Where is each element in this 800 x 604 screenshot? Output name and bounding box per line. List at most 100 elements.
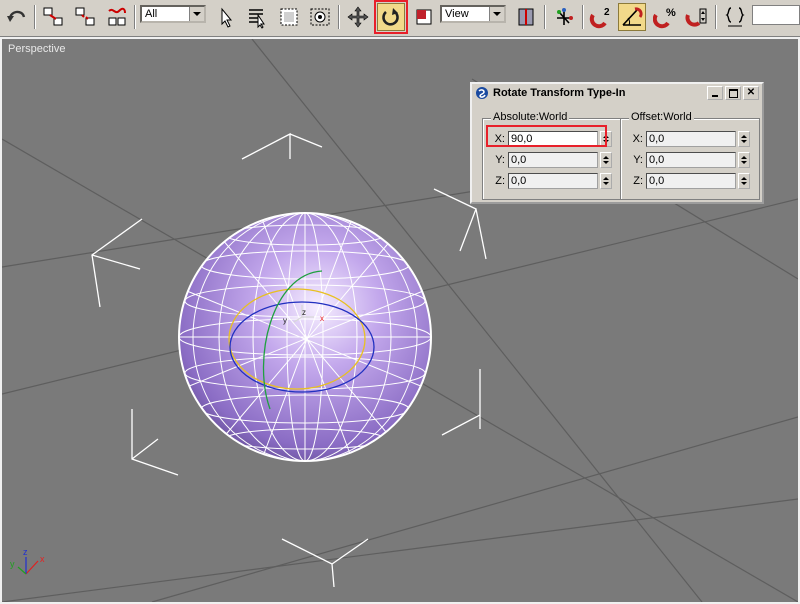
select-and-scale-button[interactable] [410,3,438,31]
app-logo-icon [476,87,488,99]
snap-toggle-icon: 2 [589,7,610,29]
gizmo-x-label: x [320,314,324,323]
unlink-selection-button[interactable] [71,3,99,31]
x-field-highlight [486,125,607,147]
spinner-up-icon [741,177,747,180]
absolute-y-input[interactable]: 0,0 [508,152,598,168]
select-by-name-button[interactable] [242,3,270,31]
spinner-up-icon [603,156,609,159]
window-crossing-button[interactable] [306,3,334,31]
close-icon: ✕ [746,87,756,98]
bind-to-space-warp-icon [108,7,126,26]
selection-filter-value: All [145,8,158,20]
select-and-move-button[interactable] [344,3,372,31]
spinner-down-icon [741,140,747,143]
select-and-link-button[interactable] [39,3,67,31]
gizmo-z-label: z [302,308,306,317]
maximize-icon [728,88,738,98]
edit-named-selection-button[interactable] [721,3,749,31]
spinner-down-icon [603,161,609,164]
selection-filter-dropdown[interactable]: All [140,5,206,23]
edit-named-selection-icon [725,7,745,27]
select-and-link-icon [43,7,63,26]
angle-snap-button[interactable] [618,3,646,31]
toolbar-separator [715,5,717,29]
absolute-world-label: Absolute:World [491,111,570,123]
select-and-manipulate-button[interactable] [550,3,578,31]
absolute-z-spinner[interactable] [600,173,612,189]
offset-world-group: Offset:World X: 0,0 Y: 0,0 Z: 0,0 [620,111,760,200]
unlink-selection-icon [75,7,95,26]
offset-z-spinner[interactable] [738,173,750,189]
offset-z-input[interactable]: 0,0 [646,173,736,189]
close-button[interactable]: ✕ [743,86,759,100]
svg-text:%: % [666,7,676,19]
use-pivot-center-icon [518,8,534,26]
spinner-down-icon [603,182,609,185]
offset-y-row: Y: 0,0 [627,152,750,168]
reference-coordinate-dropdown[interactable]: View [440,5,506,23]
select-and-move-icon [347,6,369,28]
offset-x-row: X: 0,0 [627,131,750,147]
select-and-scale-icon [416,9,432,25]
toolbar-separator [544,5,546,29]
offset-y-input[interactable]: 0,0 [646,152,736,168]
tripod-z-label: z [23,547,28,557]
absolute-z-row: Z: 0,0 [489,173,612,189]
bind-to-space-warp-button[interactable] [103,3,131,31]
select-object-icon [221,7,233,28]
reference-coordinate-value: View [445,8,469,20]
minimize-button[interactable] [707,86,723,100]
snap-toggle-button[interactable]: 2 [587,3,615,31]
toolbar-separator [34,5,36,29]
tripod-x-label: x [40,554,45,564]
offset-y-label: Y: [633,154,643,166]
offset-world-label: Offset:World [629,111,694,123]
minimize-icon [712,94,718,97]
absolute-z-label: Z: [495,175,505,187]
absolute-y-row: Y: 0,0 [489,152,612,168]
main-toolbar: All View 2 % [0,0,800,37]
offset-x-spinner[interactable] [738,131,750,147]
select-and-rotate-button[interactable] [374,0,408,34]
spinner-snap-button[interactable] [683,3,711,31]
tripod-y-label: y [10,559,15,569]
dialog-title: Rotate Transform Type-In [493,87,626,99]
angle-snap-icon [622,7,643,26]
maximize-button[interactable] [725,86,741,100]
toolbar-separator [134,5,136,29]
spinner-up-icon [741,156,747,159]
percent-snap-icon: % [653,7,676,29]
rectangular-selection-icon [280,8,298,26]
offset-y-spinner[interactable] [738,152,750,168]
gizmo-y-label: y [283,316,287,325]
spinner-down-icon [741,161,747,164]
undo-button[interactable] [3,3,31,31]
absolute-y-label: Y: [495,154,505,166]
offset-x-label: X: [632,133,643,145]
absolute-z-input[interactable]: 0,0 [508,173,598,189]
chevron-down-icon [489,7,504,21]
undo-icon [7,10,26,22]
spinner-up-icon [741,135,747,138]
rectangular-selection-button[interactable] [275,3,303,31]
use-pivot-center-button[interactable] [512,3,540,31]
spinner-snap-icon [685,8,707,27]
percent-snap-button[interactable]: % [651,3,679,31]
snap-mode-label: 2 [604,7,610,18]
dialog-titlebar[interactable]: Rotate Transform Type-In ✕ [472,84,762,102]
offset-z-row: Z: 0,0 [627,173,750,189]
toolbar-separator [338,5,340,29]
offset-x-input[interactable]: 0,0 [646,131,736,147]
named-selection-set-field[interactable] [752,5,800,25]
select-by-name-icon [249,9,265,29]
spinner-down-icon [741,182,747,185]
toolbar-separator [582,5,584,29]
select-and-manipulate-icon [557,8,573,25]
offset-z-label: Z: [633,175,643,187]
absolute-y-spinner[interactable] [600,152,612,168]
viewport-label[interactable]: Perspective [8,43,65,55]
axis-tripod: x y z [10,547,45,575]
select-and-rotate-icon [382,8,399,26]
select-object-button[interactable] [212,3,240,31]
